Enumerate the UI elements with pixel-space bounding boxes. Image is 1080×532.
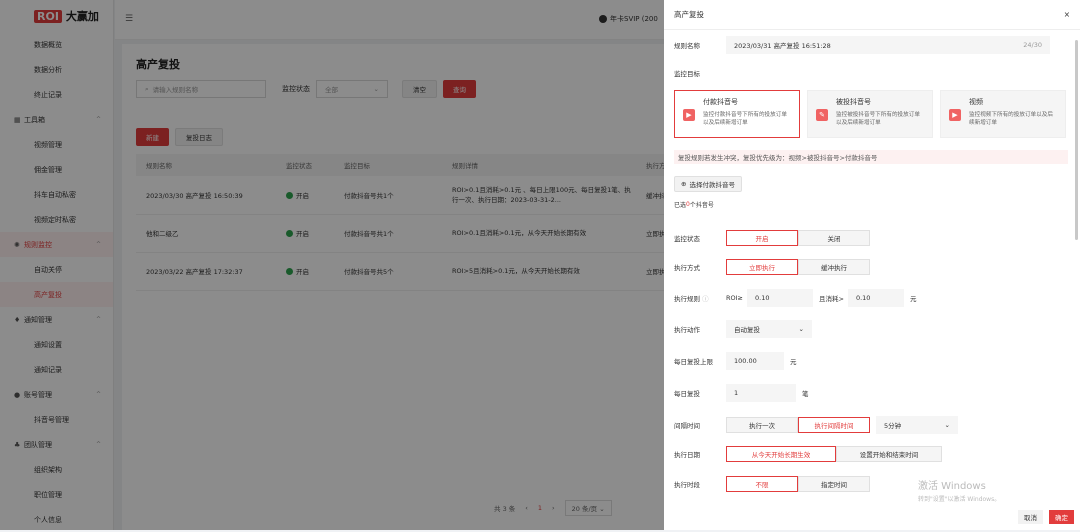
plus-circle-icon: ⊕ <box>681 180 687 188</box>
action-label: 执行动作 <box>674 326 700 334</box>
interval-value: 5分钟 <box>884 422 902 430</box>
select-account-row: ⊕ 选择付款抖音号 <box>674 176 742 192</box>
daily-unit: 笔 <box>802 390 809 398</box>
exec-now-option[interactable]: 立即执行 <box>726 259 798 275</box>
chevron-down-icon: ⌄ <box>798 325 804 333</box>
confirm-button[interactable]: 确定 <box>1049 510 1074 524</box>
card-desc: 监控被投抖音号下所有的投放订单以及后续新增订单 <box>836 112 920 126</box>
modal-overlay[interactable] <box>0 0 664 530</box>
cost-text: 且消耗> <box>819 295 844 303</box>
exec-label: 执行方式 <box>674 264 700 272</box>
target-card-payer[interactable]: ▶ 付款抖音号 监控付款抖音号下所有的投放订单以及后续新增订单 <box>674 90 800 138</box>
status-label: 监控状态 <box>674 235 700 243</box>
interval-gap-option[interactable]: 执行间隔时间 <box>798 417 870 433</box>
date-range-option[interactable]: 设置开始和结束时间 <box>836 446 942 462</box>
target-card-video[interactable]: ▶ 视频 监控视频下所有的投放订单以及后续新增订单 <box>940 90 1066 138</box>
select-account-label: 选择付款抖音号 <box>689 181 735 189</box>
target-card-invested[interactable]: ✎ 被投抖音号 监控被投抖音号下所有的投放订单以及后续新增订单 <box>807 90 933 138</box>
interval-label: 间隔时间 <box>674 422 700 430</box>
card-title: 被投抖音号 <box>836 98 871 106</box>
status-off-option[interactable]: 关闭 <box>798 230 870 246</box>
cancel-button[interactable]: 取消 <box>1018 510 1043 524</box>
status-on-option[interactable]: 开启 <box>726 230 798 246</box>
edit-drawer: 高产复投 × 规则名称 2023/03/31 高产复投 16:51:28 24/… <box>664 0 1080 530</box>
cost-input[interactable]: 0.10 <box>847 289 904 307</box>
exec-row: 执行方式 立即执行 缓冲执行 <box>674 259 870 275</box>
selected-count: 已选 0 个抖音号 <box>674 200 714 209</box>
period-row: 执行时段 不限 指定时间 <box>674 476 870 492</box>
interval-select[interactable]: 5分钟 ⌄ <box>876 416 958 434</box>
limit-label: 每日复投上限 <box>674 358 713 366</box>
date-long-option[interactable]: 从今天开始长期生效 <box>726 446 836 462</box>
rule-name-count: 24/30 <box>1023 41 1042 49</box>
info-icon: ⓘ <box>702 295 709 303</box>
selected-prefix: 已选 <box>674 202 687 209</box>
invested-icon: ✎ <box>816 109 828 121</box>
date-row: 执行日期 从今天开始长期生效 设置开始和结束时间 <box>674 446 942 462</box>
daily-row: 每日复投 1 笔 <box>674 384 809 402</box>
drawer-scrollbar[interactable] <box>1075 40 1078 240</box>
card-title: 付款抖音号 <box>703 98 738 106</box>
daily-label: 每日复投 <box>674 390 700 398</box>
card-title: 视频 <box>969 98 983 106</box>
rule-label: 执行规则 ⓘ <box>674 293 726 303</box>
close-icon[interactable]: × <box>1064 10 1070 19</box>
period-set-option[interactable]: 指定时间 <box>798 476 870 492</box>
drawer-header: 高产复投 × <box>664 0 1080 30</box>
exec-buffer-option[interactable]: 缓冲执行 <box>798 259 870 275</box>
action-select[interactable]: 自动复投 ⌄ <box>726 320 812 338</box>
daily-input[interactable]: 1 <box>726 384 796 402</box>
windows-watermark: 激活 Windows 转到"设置"以激活 Windows。 <box>918 477 1000 503</box>
selected-suffix: 个抖音号 <box>689 202 714 209</box>
rule-row: 执行规则 ⓘ ROI≥ 0.10 且消耗> 0.10 元 <box>674 289 916 307</box>
rule-name-value: 2023/03/31 高产复投 16:51:28 <box>734 42 831 50</box>
chevron-down-icon: ⌄ <box>944 421 950 429</box>
action-row: 执行动作 自动复投 ⌄ <box>674 320 812 338</box>
rule-name-row: 规则名称 2023/03/31 高产复投 16:51:28 24/30 <box>674 36 1050 54</box>
date-label: 执行日期 <box>674 451 700 459</box>
watermark-line2: 转到"设置"以激活 Windows。 <box>918 496 1001 503</box>
card-desc: 监控付款抖音号下所有的投放订单以及后续新增订单 <box>703 112 787 126</box>
roi-text: ROI≥ <box>726 294 743 302</box>
target-row: 监控目标 <box>674 68 726 78</box>
rule-label-text: 执行规则 <box>674 295 700 303</box>
conflict-notice: 复投规则若发生冲突，复投优先级为：视频>被投抖音号>付款抖音号 <box>674 150 1068 164</box>
watermark-line1: 激活 Windows <box>918 481 986 492</box>
drawer-footer: 取消 确定 <box>1018 510 1074 524</box>
select-account-button[interactable]: ⊕ 选择付款抖音号 <box>674 176 742 192</box>
action-value: 自动复投 <box>734 326 760 334</box>
status-row: 监控状态 开启 关闭 <box>674 230 870 246</box>
rule-name-label: 规则名称 <box>674 42 700 50</box>
limit-unit: 元 <box>790 358 797 366</box>
period-label: 执行时段 <box>674 481 700 489</box>
video-icon: ▶ <box>949 109 961 121</box>
drawer-title: 高产复投 <box>674 10 704 19</box>
limit-input[interactable]: 100.00 <box>726 352 784 370</box>
cost-unit: 元 <box>909 295 917 303</box>
interval-once-option[interactable]: 执行一次 <box>726 417 798 433</box>
roi-input[interactable]: 0.10 <box>747 289 813 307</box>
payer-icon: ▶ <box>683 109 695 121</box>
rule-name-input[interactable]: 2023/03/31 高产复投 16:51:28 24/30 <box>726 36 1050 54</box>
card-desc: 监控视频下所有的投放订单以及后续新增订单 <box>969 112 1053 126</box>
interval-row: 间隔时间 执行一次 执行间隔时间 5分钟 ⌄ <box>674 416 958 434</box>
period-any-option[interactable]: 不限 <box>726 476 798 492</box>
limit-row: 每日复投上限 100.00 元 <box>674 352 797 370</box>
target-label: 监控目标 <box>674 70 700 78</box>
